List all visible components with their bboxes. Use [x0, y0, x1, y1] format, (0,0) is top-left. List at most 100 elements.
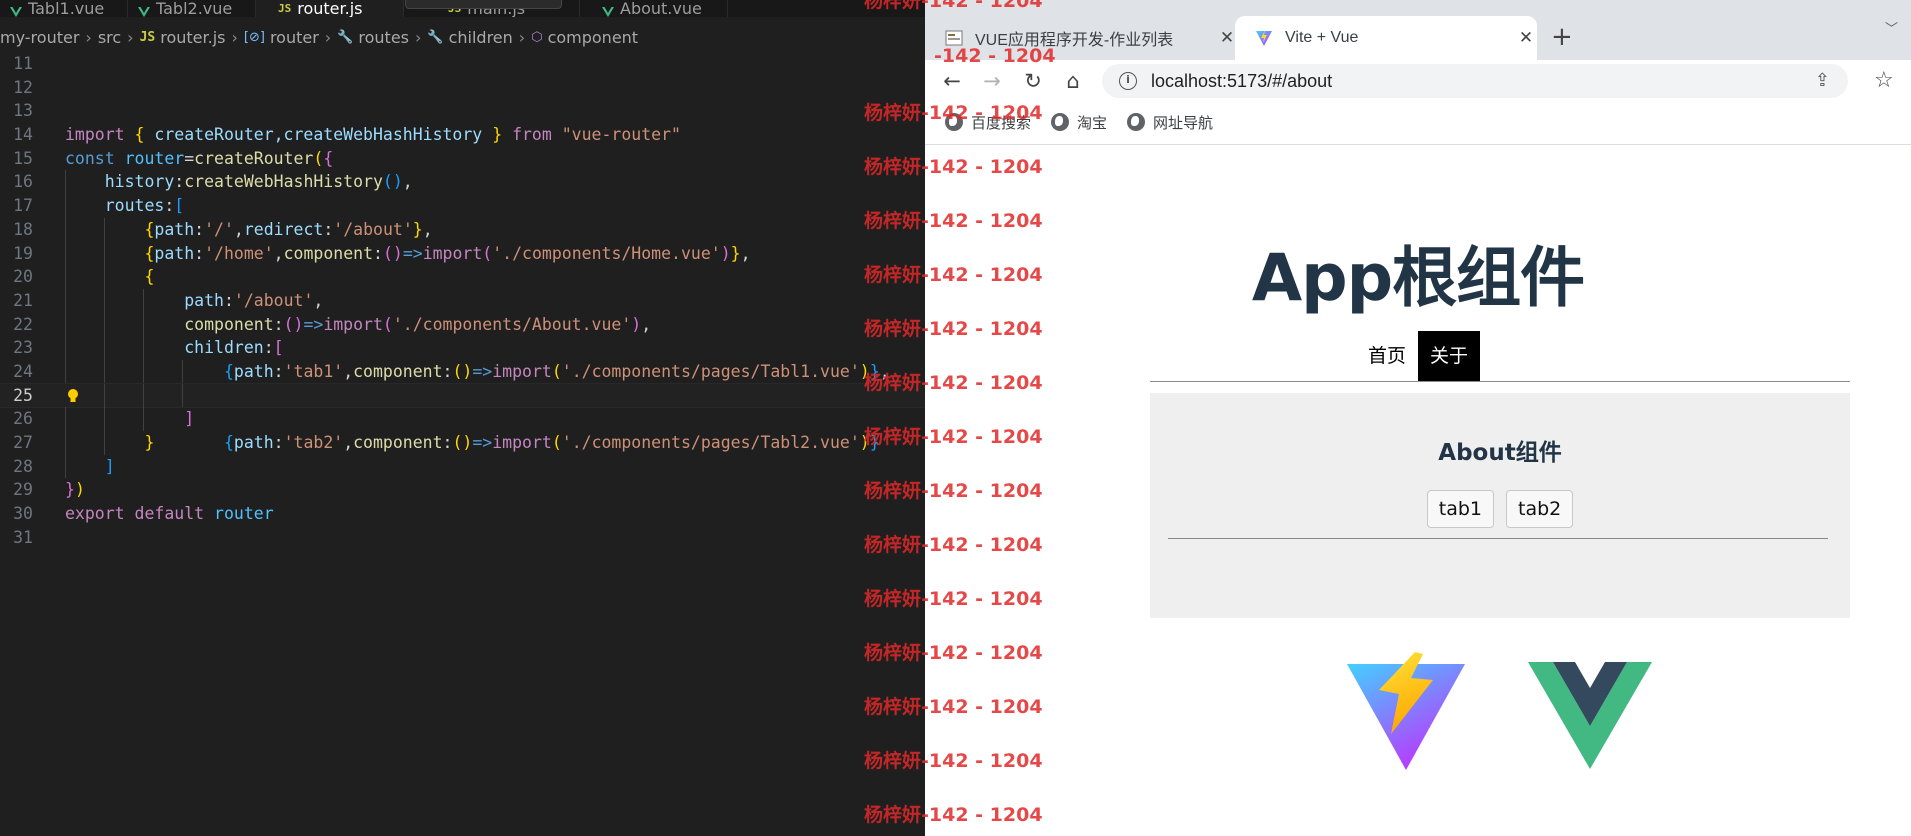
- code-line: 11: [0, 52, 925, 76]
- code-line: 16 history:createWebHashHistory(),: [0, 170, 925, 195]
- line-number: 12: [13, 77, 33, 97]
- tab-hover-tooltip: [405, 0, 562, 9]
- code-line: 13: [0, 99, 925, 123]
- line-number: 25: [13, 385, 33, 405]
- sub-nav: tab1 tab2: [1150, 490, 1850, 528]
- code-line: 30 export default router: [0, 502, 925, 526]
- reload-icon[interactable]: ↻: [1020, 68, 1046, 94]
- line-number: 30: [13, 504, 33, 524]
- code-area[interactable]: 11 12 13 14 import { createRouter,createW…: [0, 52, 925, 549]
- line-number: 24: [13, 361, 33, 381]
- browser-tab-vite-vue[interactable]: Vite + Vue ✕: [1235, 16, 1537, 60]
- line-number: 27: [13, 433, 33, 452]
- property-wrench-icon: 🔧: [427, 29, 444, 45]
- bookmark-item[interactable]: 淘宝: [1051, 112, 1107, 133]
- vue-file-icon: [602, 7, 614, 17]
- line-number: 21: [13, 290, 33, 310]
- line-number: 18: [13, 219, 33, 239]
- code-line: 21 path:'/about',: [0, 288, 925, 313]
- line-number: 15: [13, 148, 33, 168]
- bookmark-star-icon[interactable]: ☆: [1874, 68, 1894, 93]
- new-tab-button[interactable]: +: [1551, 24, 1573, 50]
- home-icon[interactable]: ⌂: [1060, 68, 1086, 94]
- browser-tab-homework[interactable]: VUE应用程序开发-作业列表 ✕: [925, 16, 1238, 60]
- editor-tab-tabl2[interactable]: Tabl2.vue: [128, 0, 256, 17]
- code-line: 19 {path:'/home',component:()=>import('.…: [0, 241, 925, 266]
- bookmark-item[interactable]: 网址导航: [1127, 112, 1213, 133]
- line-number: 11: [13, 54, 33, 73]
- cube-symbol-icon: ⬡: [531, 29, 543, 45]
- line-number: 28: [13, 456, 33, 476]
- about-title: About组件: [1438, 440, 1562, 466]
- about-component: About组件 tab1 tab2: [1150, 393, 1850, 618]
- breadcrumb: my-router › src › JS router.js › [⊘] rou…: [0, 26, 925, 48]
- close-icon[interactable]: ✕: [1515, 28, 1537, 48]
- breadcrumb-project[interactable]: my-router: [0, 28, 79, 47]
- tab-search-chevron-icon[interactable]: ﹀: [1885, 18, 1898, 37]
- code-line: 20 {: [0, 265, 925, 289]
- line-number: 26: [13, 409, 33, 429]
- bookmark-item[interactable]: 百度搜索: [945, 112, 1031, 133]
- code-line: 26 ]: [0, 407, 925, 431]
- editor-tab-about-vue[interactable]: About.vue: [580, 0, 728, 17]
- editor-tab-label: router.js: [297, 0, 363, 17]
- lightbulb-icon[interactable]: [67, 388, 79, 404]
- editor-tab-label: About.vue: [620, 0, 702, 17]
- line-number: 14: [13, 125, 33, 145]
- address-bar[interactable]: i localhost:5173/#/about ⇪: [1102, 64, 1848, 98]
- line-number: 17: [13, 196, 33, 216]
- code-line: 27 }: [0, 431, 925, 455]
- chevron-right-icon: ›: [324, 27, 332, 47]
- logos-row: [925, 650, 1911, 780]
- vue-logo-icon[interactable]: [1528, 662, 1652, 772]
- js-file-icon: JS: [278, 2, 292, 15]
- page-content: App根组件 首页 关于 About组件 tab1 tab2: [925, 145, 1911, 836]
- breadcrumb-symbol-children[interactable]: children: [449, 28, 513, 47]
- code-line: 15 const router=createRouter({: [0, 147, 925, 171]
- browser-window: VUE应用程序开发-作业列表 ✕ Vite + Vue ✕ + ﹀ ← → ↻ …: [925, 0, 1911, 836]
- code-editor: Tabl1.vue Tabl2.vue JS router.js JS main…: [0, 0, 925, 836]
- share-icon[interactable]: ⇪: [1815, 70, 1830, 91]
- tab1-button[interactable]: tab1: [1426, 490, 1494, 528]
- browser-toolbar: ← → ↻ ⌂ i localhost:5173/#/about ⇪ ☆: [925, 60, 1911, 102]
- page-favicon-icon: [945, 30, 963, 46]
- breadcrumb-symbol-routes[interactable]: routes: [358, 28, 409, 47]
- code-line: 14 import { createRouter,createWebHashHis…: [0, 123, 925, 147]
- globe-icon: [1127, 113, 1146, 131]
- editor-tab-label: Tabl2.vue: [156, 0, 233, 17]
- code-line: 29}): [0, 478, 925, 502]
- line-number: 13: [13, 101, 33, 121]
- line-number: 29: [13, 480, 33, 500]
- tab2-button[interactable]: tab2: [1506, 490, 1574, 528]
- nav-link-about[interactable]: 关于: [1418, 331, 1481, 381]
- code-line-current: 25 {path:'tab2',component:()=>import('./…: [0, 382, 925, 452]
- chevron-right-icon: ›: [85, 27, 92, 47]
- breadcrumb-folder[interactable]: src: [98, 28, 121, 47]
- code-line: 17 routes:[: [0, 194, 925, 218]
- divider: [1150, 381, 1850, 382]
- line-number: 23: [13, 338, 33, 358]
- js-file-icon: JS: [139, 29, 156, 45]
- site-info-icon[interactable]: i: [1119, 72, 1137, 90]
- browser-tab-title: VUE应用程序开发-作业列表: [975, 32, 1174, 49]
- code-line: 23 children:[: [0, 336, 925, 360]
- globe-icon: [945, 113, 963, 131]
- bookmark-label: 网址导航: [1153, 114, 1214, 132]
- editor-tab-router-js[interactable]: JS router.js: [256, 0, 404, 17]
- forward-arrow-icon[interactable]: →: [979, 68, 1005, 94]
- breadcrumb-file[interactable]: router.js: [160, 28, 225, 47]
- browser-tab-title: Vite + Vue: [1285, 29, 1359, 46]
- breadcrumb-symbol-router[interactable]: router: [270, 28, 319, 47]
- chevron-right-icon: ›: [518, 27, 526, 47]
- chevron-right-icon: ›: [127, 27, 134, 47]
- editor-tab-tabl1[interactable]: Tabl1.vue: [0, 0, 128, 17]
- back-arrow-icon[interactable]: ←: [939, 68, 965, 94]
- breadcrumb-symbol-component[interactable]: component: [548, 28, 639, 47]
- bookmark-label: 淘宝: [1077, 114, 1108, 132]
- line-number: 16: [13, 172, 33, 192]
- property-wrench-icon: 🔧: [337, 29, 354, 45]
- nav-link-home[interactable]: 首页: [1356, 331, 1418, 381]
- editor-tab-label: Tabl1.vue: [28, 0, 105, 17]
- chevron-right-icon: ›: [231, 27, 238, 47]
- vite-logo-icon[interactable]: [1345, 650, 1467, 772]
